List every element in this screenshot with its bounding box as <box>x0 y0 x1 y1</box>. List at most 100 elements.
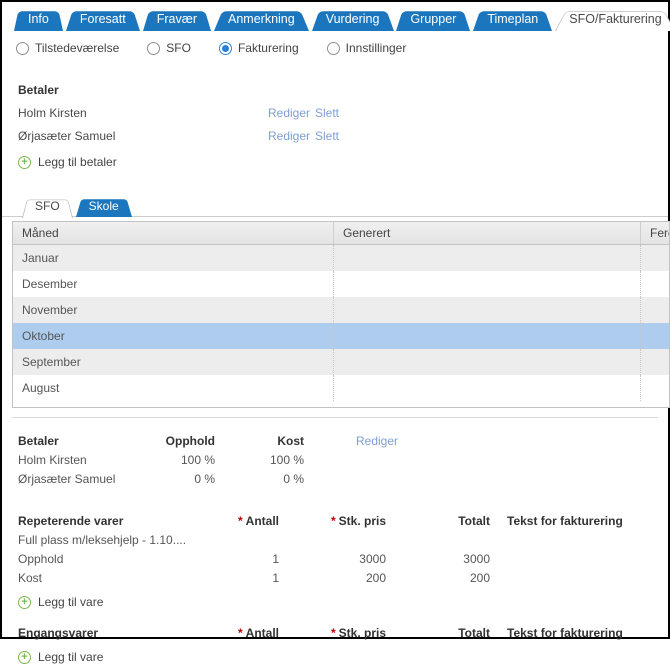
kost-value: 100 % <box>269 453 304 467</box>
month-cell: Desember <box>22 277 78 291</box>
radio-label: SFO <box>166 41 191 55</box>
section-title: Repeterende varer <box>18 514 124 528</box>
header-text: Antall <box>245 626 279 640</box>
split-header-betaler: Betaler <box>18 434 59 448</box>
radio-icon <box>16 41 29 55</box>
header-text: Stk. pris <box>338 514 386 528</box>
plus-icon: + <box>18 156 31 169</box>
add-repeating-item-button[interactable]: + Legg til vare <box>18 593 668 612</box>
payer-split-table: Betaler Opphold Kost Rediger Holm Kirste… <box>18 432 668 489</box>
tab-label: Foresatt <box>79 12 126 26</box>
tab-grupper[interactable]: Grupper <box>396 7 470 31</box>
tab-label: Grupper <box>410 12 457 26</box>
antall-value: 1 <box>272 552 279 566</box>
add-item-label: Legg til vare <box>38 595 104 609</box>
col-header-tekst: Tekst for fakturering <box>507 514 623 528</box>
tab-fravaer[interactable]: Fravær <box>143 7 211 31</box>
subtab-skole[interactable]: Skole <box>76 195 132 217</box>
edit-split-link[interactable]: Rediger <box>356 432 668 451</box>
payer-name: Holm Kirsten <box>18 106 87 120</box>
payer-name: Ørjasæter Samuel <box>18 472 116 486</box>
one-time-items-table: Engangsvarer * Antall * Stk. pris Totalt T… <box>18 624 668 643</box>
table-bottom-padding <box>13 401 669 407</box>
totalt-value: 3000 <box>463 552 490 566</box>
stk-pris-value: 3000 <box>359 552 386 566</box>
table-row[interactable]: November <box>13 297 669 323</box>
table-row[interactable]: Desember <box>13 271 669 297</box>
tekst-value <box>507 550 668 569</box>
edit-link[interactable]: Rediger <box>268 102 315 125</box>
month-cell: August <box>22 381 60 395</box>
col-header-tekst: Tekst for fakturering <box>507 626 623 640</box>
radio-innstillinger[interactable]: Innstillinger <box>326 41 407 55</box>
ferdig-cell <box>640 349 669 375</box>
radio-label: Fakturering <box>237 41 299 55</box>
repeating-items-table: Repeterende varer * Antall * Stk. pris Tot… <box>18 512 668 588</box>
generert-cell <box>333 245 640 271</box>
month-cell: November <box>22 303 78 317</box>
tab-timeplan[interactable]: Timeplan <box>473 7 552 31</box>
radio-label: Tilstedeværelse <box>35 41 120 55</box>
table-row[interactable]: August <box>13 375 669 401</box>
radio-sfo[interactable]: SFO <box>147 41 191 55</box>
table-row[interactable]: September <box>13 349 669 375</box>
required-marker: * <box>330 626 336 640</box>
plus-icon: + <box>18 596 31 609</box>
stk-pris-value: 200 <box>365 571 386 585</box>
radio-label: Innstillinger <box>345 41 407 55</box>
col-header-generert: Generert <box>333 222 640 244</box>
col-header-maaned: Måned <box>22 226 59 240</box>
delete-link[interactable]: Slett <box>315 102 668 125</box>
col-header-totalt: Totalt <box>458 514 490 528</box>
radio-fakturering[interactable]: Fakturering <box>218 41 299 55</box>
col-header-stk-pris: * Stk. pris <box>279 512 386 531</box>
antall-value: 1 <box>272 571 279 585</box>
tab-info[interactable]: Info <box>14 7 63 31</box>
table-row[interactable]: Januar <box>13 245 669 271</box>
radio-tilstedevaerelse[interactable]: Tilstedeværelse <box>16 41 119 55</box>
edit-link[interactable]: Rediger <box>268 125 315 148</box>
add-payer-button[interactable]: + Legg til betaler <box>18 153 668 172</box>
tab-sfo-fakturering[interactable]: SFO/Fakturering <box>555 7 670 31</box>
tab-foresatt[interactable]: Foresatt <box>66 7 140 31</box>
item-name: Opphold <box>18 552 64 566</box>
payer-name: Holm Kirsten <box>18 453 87 467</box>
sub-tabbar: SFO Skole <box>2 195 668 217</box>
table-row-selected[interactable]: Oktober <box>13 323 669 349</box>
tekst-value <box>507 569 668 588</box>
app-window: { "tabs": { "items": [ {"label": "Info",… <box>0 0 670 664</box>
radio-icon <box>147 41 161 55</box>
month-table-header: Måned Generert Ferdig <box>13 222 669 245</box>
kost-value: 0 % <box>283 472 304 486</box>
opphold-value: 100 % <box>180 453 215 467</box>
betaler-section: Betaler Holm Kirsten Rediger Slett Ørjas… <box>2 55 668 172</box>
tab-vurdering[interactable]: Vurdering <box>312 7 394 31</box>
delete-link[interactable]: Slett <box>315 125 668 148</box>
radio-icon <box>326 41 340 55</box>
ferdig-cell <box>640 375 669 401</box>
col-header-ferdig: Ferdig <box>640 222 669 244</box>
subtab-sfo[interactable]: SFO <box>22 195 73 218</box>
required-marker: * <box>237 514 243 528</box>
view-radio-group: Tilstedeværelse SFO Fakturering Innstill… <box>2 31 668 55</box>
ferdig-cell <box>640 245 669 271</box>
generert-cell <box>333 375 640 401</box>
required-marker: * <box>237 626 243 640</box>
plus-icon: + <box>18 651 31 664</box>
month-table: Måned Generert Ferdig Januar Desember No… <box>12 221 670 408</box>
radio-icon-checked <box>218 41 232 55</box>
tab-anmerkning[interactable]: Anmerkning <box>214 7 309 31</box>
item-group-label: Full plass m/leksehjelp - 1.10.... <box>18 533 187 547</box>
main-tabbar: Info Foresatt Fravær Anmerkning Vurderin… <box>2 2 668 31</box>
generert-cell <box>333 349 640 375</box>
add-one-time-item-button[interactable]: + Legg til vare <box>18 648 668 667</box>
